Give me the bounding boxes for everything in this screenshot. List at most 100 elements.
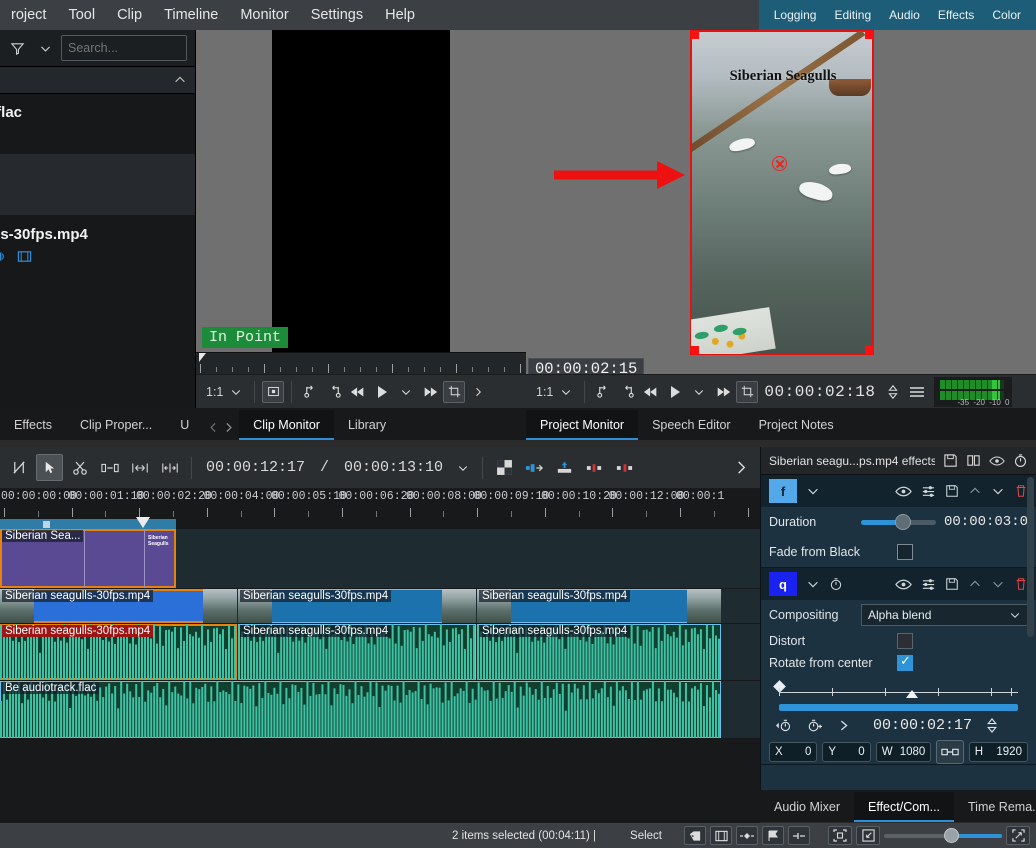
- spacer-tool-button[interactable]: [96, 454, 123, 481]
- workspace-logging[interactable]: Logging: [765, 0, 826, 30]
- tab-speech-editor[interactable]: Speech Editor: [638, 410, 745, 440]
- search-input[interactable]: [61, 35, 187, 61]
- chevron-down-icon[interactable]: [452, 457, 474, 479]
- timeline-ruler[interactable]: 00:00:00:0000:00:01:1000:00:02:2000:00:0…: [0, 489, 760, 523]
- y-field[interactable]: Y 0: [822, 742, 870, 762]
- project-monitor-zoom-ratio[interactable]: 1:1: [532, 385, 553, 399]
- menu-item-help[interactable]: Help: [374, 0, 426, 30]
- clip-monitor-video[interactable]: [272, 30, 450, 352]
- lift-button[interactable]: [611, 454, 638, 481]
- timeline-clip[interactable]: Siberian seagulls-30fps.mp4: [477, 624, 721, 680]
- duration-value[interactable]: 00:00:03:0: [944, 514, 1028, 530]
- razor-tool-button[interactable]: [66, 454, 93, 481]
- menu-item-tool[interactable]: Tool: [57, 0, 106, 30]
- insert-button[interactable]: [521, 454, 548, 481]
- project-monitor-position-timecode[interactable]: 00:00:02:18: [760, 383, 879, 401]
- zoom-out-button[interactable]: [856, 826, 880, 845]
- clip-monitor-zoom-ratio[interactable]: 1:1: [202, 385, 223, 399]
- crop-handle[interactable]: [865, 31, 873, 39]
- ripple-tool-button[interactable]: [156, 454, 183, 481]
- save-icon[interactable]: [943, 453, 958, 468]
- set-in-point-button[interactable]: [299, 381, 321, 403]
- clip-monitor-ruler[interactable]: [196, 352, 526, 374]
- clip-monitor-playhead[interactable]: [199, 353, 206, 362]
- selection-tool-button[interactable]: [36, 454, 63, 481]
- monitor-overlay-button[interactable]: [262, 381, 284, 403]
- audio-track-1[interactable]: Siberian seagulls-30fps.mp4 Siberian seag…: [0, 624, 760, 680]
- menu-item-settings[interactable]: Settings: [300, 0, 374, 30]
- timeline-clip[interactable]: Siberian seagulls-30fps.mp4: [0, 624, 237, 680]
- chevron-down-icon[interactable]: [806, 484, 820, 498]
- overwrite-button[interactable]: [551, 454, 578, 481]
- more-tools-button[interactable]: [727, 454, 754, 481]
- timeline-clip[interactable]: Siberian seagulls-30fps.mp4: [0, 589, 237, 623]
- menu-item-project[interactable]: roject: [0, 0, 57, 30]
- play-options-button[interactable]: [395, 381, 417, 403]
- forward-button[interactable]: [419, 381, 441, 403]
- chevron-down-icon[interactable]: [33, 36, 57, 60]
- move-down-icon[interactable]: [991, 577, 1005, 591]
- chevron-down-icon[interactable]: [225, 381, 247, 403]
- timeline-zone-handle[interactable]: [43, 521, 50, 528]
- timeline-current-timecode[interactable]: 00:00:12:17: [200, 459, 311, 476]
- keyframe-range-bar[interactable]: [779, 704, 1018, 711]
- extract-button[interactable]: [581, 454, 608, 481]
- fit-zoom-button[interactable]: [828, 826, 852, 845]
- eye-icon[interactable]: [895, 578, 912, 591]
- link-aspect-ratio-button[interactable]: [936, 740, 963, 764]
- timecode-stepper[interactable]: [986, 717, 998, 734]
- tab-effects[interactable]: Effects: [0, 410, 66, 440]
- timeline-clip[interactable]: Siberian seagulls-30fps.mp4: [477, 589, 721, 623]
- save-icon[interactable]: [945, 484, 959, 498]
- film-button[interactable]: [710, 826, 732, 845]
- sliders-icon[interactable]: [921, 484, 936, 499]
- tab-clip-monitor[interactable]: Clip Monitor: [239, 410, 334, 440]
- x-field[interactable]: X 0: [769, 742, 817, 762]
- workspace-editing[interactable]: Editing: [825, 0, 880, 30]
- keyframe-playhead[interactable]: [906, 690, 918, 698]
- audio-track-2[interactable]: Be audiotrack.flac: [0, 681, 760, 738]
- move-up-icon[interactable]: [968, 577, 982, 591]
- tab-audio-mixer[interactable]: Audio Mixer: [760, 792, 854, 822]
- crop-button[interactable]: [736, 381, 758, 403]
- chevron-down-icon[interactable]: [806, 577, 820, 591]
- crop-handle[interactable]: [691, 31, 699, 39]
- list-item[interactable]: [0, 154, 195, 216]
- crop-button[interactable]: [443, 381, 465, 403]
- set-in-point-button[interactable]: [592, 381, 614, 403]
- tab-project-notes[interactable]: Project Notes: [745, 410, 848, 440]
- effects-panel-scrollbar[interactable]: [1027, 477, 1034, 637]
- duration-slider[interactable]: [861, 514, 936, 530]
- tab-undo-history[interactable]: U: [166, 410, 203, 440]
- menu-item-clip[interactable]: Clip: [106, 0, 153, 30]
- rotate-from-center-checkbox[interactable]: [897, 655, 913, 671]
- rewind-button[interactable]: [640, 381, 662, 403]
- forward-button[interactable]: [712, 381, 734, 403]
- eye-icon[interactable]: [895, 485, 912, 498]
- timecode-stepper[interactable]: [882, 381, 904, 403]
- move-up-icon[interactable]: [968, 484, 982, 498]
- video-track[interactable]: Siberian seagulls-30fps.mp4 Siberian seag…: [0, 589, 760, 623]
- w-field[interactable]: W 1080: [876, 742, 932, 762]
- crop-handle[interactable]: [865, 346, 873, 354]
- crop-handle[interactable]: [691, 346, 699, 354]
- tab-project-monitor[interactable]: Project Monitor: [526, 410, 638, 440]
- stopwatch-icon[interactable]: [829, 577, 843, 591]
- zoom-in-button[interactable]: [1006, 826, 1030, 845]
- delete-icon[interactable]: [1014, 577, 1028, 591]
- timeline-zoom-slider[interactable]: [884, 828, 1002, 844]
- menu-button[interactable]: [906, 381, 928, 403]
- h-field[interactable]: H 1920: [969, 742, 1028, 762]
- workspace-color[interactable]: Color: [983, 0, 1030, 30]
- timeline-playhead[interactable]: [136, 517, 150, 528]
- set-out-point-button[interactable]: [616, 381, 638, 403]
- marker-button[interactable]: [762, 826, 784, 845]
- play-button[interactable]: [664, 381, 686, 403]
- tab-clip-properties[interactable]: Clip Proper...: [66, 410, 166, 440]
- tab-time-remapping[interactable]: Time Rema...: [954, 792, 1036, 822]
- prev-keyframe-icon[interactable]: [775, 718, 792, 733]
- timeline-clip[interactable]: Be audiotrack.flac: [0, 681, 721, 738]
- split-view-icon[interactable]: [966, 453, 981, 468]
- keyframe-axis[interactable]: [771, 680, 1026, 700]
- play-options-button[interactable]: [688, 381, 710, 403]
